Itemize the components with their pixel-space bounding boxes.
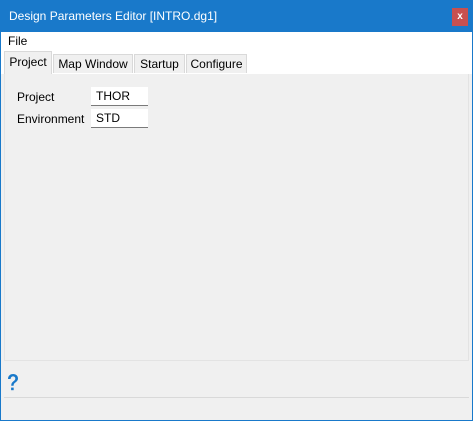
tab-project[interactable]: Project <box>4 51 52 74</box>
environment-field[interactable]: STD <box>91 109 148 128</box>
project-tab-panel: Project THOR Environment STD <box>4 74 469 361</box>
tab-map-window[interactable]: Map Window <box>53 54 133 73</box>
menu-file[interactable]: File <box>8 34 27 48</box>
close-icon: x <box>457 11 463 22</box>
close-button[interactable]: x <box>452 8 468 26</box>
project-label: Project <box>17 90 55 104</box>
tab-configure[interactable]: Configure <box>186 54 247 73</box>
environment-label: Environment <box>17 112 85 126</box>
title-bar[interactable]: Design Parameters Editor [INTRO.dg1] x <box>1 1 472 32</box>
window-title: Design Parameters Editor [INTRO.dg1] <box>9 9 218 23</box>
project-field[interactable]: THOR <box>91 87 148 106</box>
design-parameters-editor-window: Design Parameters Editor [INTRO.dg1] x F… <box>0 0 473 421</box>
tab-strip: Project Map Window Startup Configure <box>1 50 472 74</box>
help-question-icon[interactable] <box>5 373 21 393</box>
menu-bar: File <box>1 32 472 50</box>
status-divider <box>4 397 469 398</box>
tab-startup[interactable]: Startup <box>134 54 185 73</box>
